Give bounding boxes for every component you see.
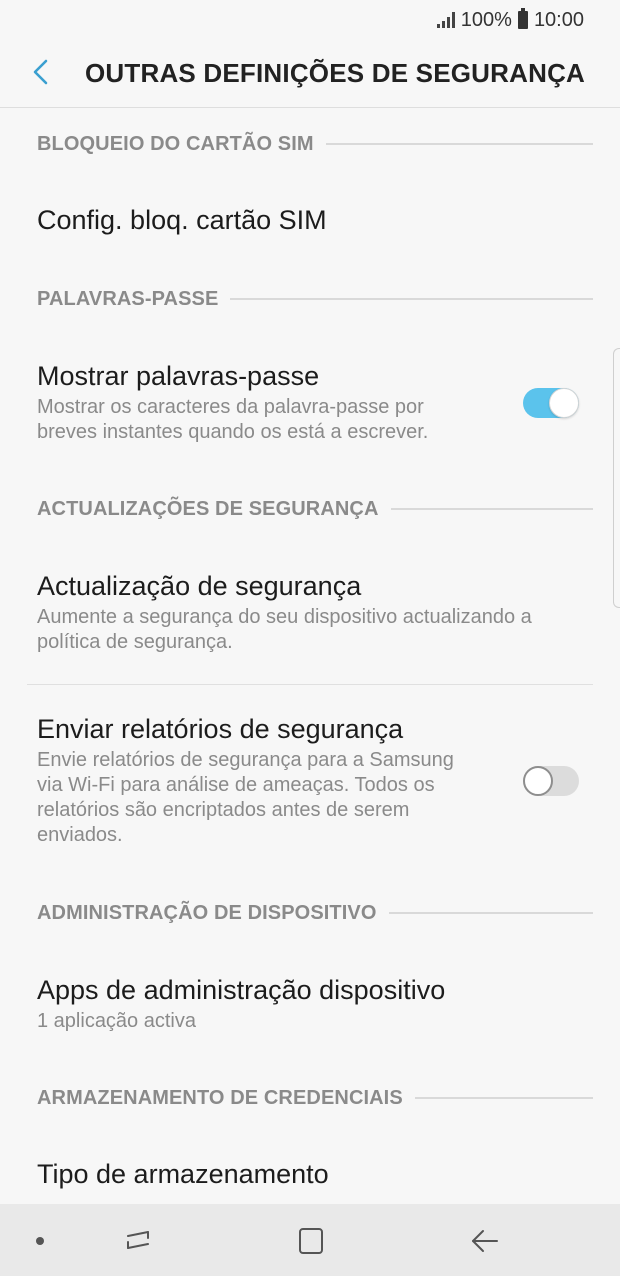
item-summary: Aumente a segurança do seu dispositivo a… xyxy=(37,606,532,653)
section-header-passwords: PALAVRAS-PASSE xyxy=(37,284,593,314)
section-header-credential-storage: ARMAZENAMENTO DE CREDENCIAIS xyxy=(37,1083,593,1113)
section-divider xyxy=(388,912,593,914)
list-divider xyxy=(27,684,593,685)
send-security-reports-toggle[interactable] xyxy=(523,766,579,796)
show-passwords-item[interactable]: Mostrar palavras-passe Mostrar os caract… xyxy=(37,359,470,445)
item-title: Config. bloq. cartão SIM xyxy=(37,205,327,235)
battery-percentage: 100% xyxy=(460,8,512,31)
section-header-label: ARMAZENAMENTO DE CREDENCIAIS xyxy=(37,1086,403,1109)
section-divider xyxy=(230,298,593,300)
section-header-label: BLOQUEIO DO CARTÃO SIM xyxy=(37,132,314,155)
security-update-item[interactable]: Actualização de segurança Aumente a segu… xyxy=(37,569,580,655)
status-bar: 100% 10:00 xyxy=(0,0,620,40)
section-header-label: PALAVRAS-PASSE xyxy=(37,287,219,310)
battery-icon xyxy=(517,8,528,29)
recents-icon[interactable] xyxy=(122,1226,154,1256)
toggle-knob xyxy=(549,388,579,418)
section-divider xyxy=(414,1097,593,1099)
item-title: Tipo de armazenamento xyxy=(37,1159,329,1189)
item-title: Enviar relatórios de segurança xyxy=(37,714,404,744)
status-indicators: 100% 10:00 xyxy=(436,8,584,32)
item-title: Actualização de segurança xyxy=(37,571,362,601)
section-divider xyxy=(325,143,593,145)
chevron-left-icon[interactable] xyxy=(26,54,56,90)
send-security-reports-item[interactable]: Enviar relatórios de segurança Envie rel… xyxy=(37,712,470,848)
section-divider xyxy=(390,508,593,510)
section-header-label: ADMINISTRAÇÃO DE DISPOSITIVO xyxy=(37,901,377,924)
section-header-sim-lock: BLOQUEIO DO CARTÃO SIM xyxy=(37,129,593,159)
signal-icon xyxy=(436,12,455,28)
nav-bar-dot-icon[interactable] xyxy=(36,1237,44,1245)
toggle-knob xyxy=(523,766,553,796)
navigation-bar xyxy=(0,1204,620,1276)
home-icon[interactable] xyxy=(295,1226,327,1256)
app-bar: OUTRAS DEFINIÇÕES DE SEGURANÇA xyxy=(0,40,620,108)
item-title: Apps de administração dispositivo xyxy=(37,975,446,1005)
storage-type-item[interactable]: Tipo de armazenamento xyxy=(37,1157,580,1191)
page-title: OUTRAS DEFINIÇÕES DE SEGURANÇA xyxy=(85,58,586,88)
section-header-label: ACTUALIZAÇÕES DE SEGURANÇA xyxy=(37,497,379,520)
scroll-indicator[interactable] xyxy=(613,348,620,608)
section-header-device-admin: ADMINISTRAÇÃO DE DISPOSITIVO xyxy=(37,898,593,928)
settings-list[interactable]: BLOQUEIO DO CARTÃO SIM Config. bloq. car… xyxy=(0,108,620,1204)
back-arrow-icon[interactable] xyxy=(469,1226,501,1256)
item-summary: 1 aplicação activa xyxy=(37,1010,196,1032)
show-passwords-toggle[interactable] xyxy=(523,388,579,418)
section-header-security-updates: ACTUALIZAÇÕES DE SEGURANÇA xyxy=(37,494,593,524)
sim-lock-settings-item[interactable]: Config. bloq. cartão SIM xyxy=(37,203,580,237)
item-summary: Mostrar os caracteres da palavra-passe p… xyxy=(37,396,429,443)
clock: 10:00 xyxy=(533,8,584,31)
item-summary: Envie relatórios de segurança para a Sam… xyxy=(37,749,454,846)
item-title: Mostrar palavras-passe xyxy=(37,361,320,391)
device-admin-apps-item[interactable]: Apps de administração dispositivo 1 apli… xyxy=(37,973,580,1034)
